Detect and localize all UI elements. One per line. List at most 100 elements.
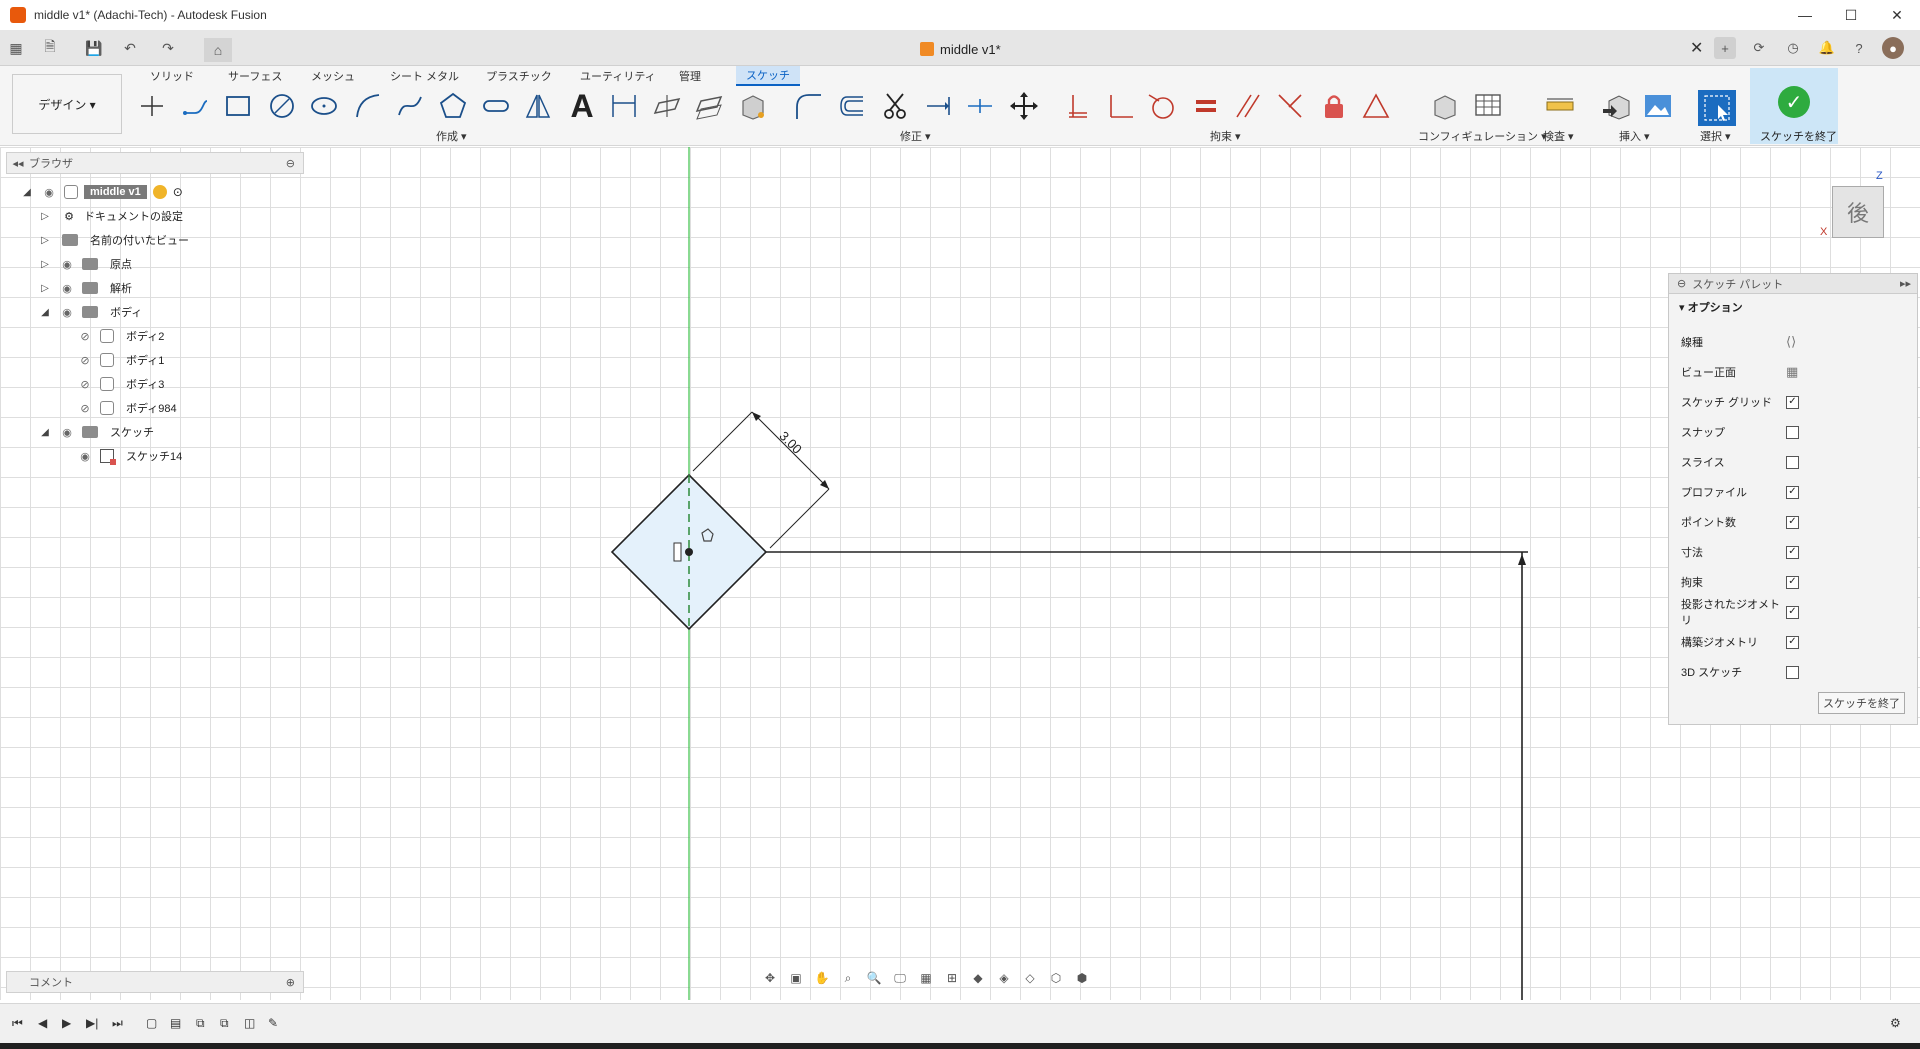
expand-triangle-icon[interactable]: ▷ (38, 235, 52, 246)
timeline-play-icon[interactable]: ▶ (62, 1016, 71, 1030)
tab-solid[interactable]: ソリッド (150, 66, 194, 86)
line-tool-icon[interactable] (180, 90, 212, 122)
tree-item-named-views[interactable]: ▷ 名前の付いたビュー (38, 230, 195, 250)
modify-group-label[interactable]: 修正 ▾ (900, 128, 931, 144)
configuration-table-icon[interactable] (1472, 90, 1504, 122)
move-copy-icon[interactable] (1008, 90, 1040, 122)
option-checkbox[interactable]: ✓ (1786, 395, 1799, 409)
option-checkbox[interactable]: ✓ (1786, 635, 1799, 649)
configuration-group-label[interactable]: コンフィギュレーション ▾ (1418, 128, 1547, 144)
create-group-label[interactable]: 作成 ▾ (436, 128, 467, 144)
option-checkbox[interactable]: ✓ (1786, 605, 1799, 619)
fillet-tool-icon[interactable] (792, 90, 824, 122)
palette-option-row[interactable]: 構築ジオメトリ ✓ (1681, 632, 1911, 652)
palette-option-row[interactable]: スナップ (1681, 422, 1911, 442)
tree-item-body2[interactable]: ⊘ ボディ2 (76, 326, 170, 346)
visibility-eye-icon[interactable]: ◉ (58, 258, 76, 271)
coincident-constraint-icon[interactable] (1062, 90, 1094, 122)
visibility-eye-icon[interactable]: ◉ (58, 282, 76, 295)
extend-tool-icon[interactable] (922, 90, 954, 122)
tree-item-doc-settings[interactable]: ▷ ⚙ ドキュメントの設定 (38, 206, 189, 226)
tree-item-bodies[interactable]: ◢ ◉ ボディ (38, 302, 148, 322)
hidden-eye-icon[interactable]: ⊘ (76, 402, 94, 415)
timeline-next-icon[interactable]: ▶| (86, 1016, 98, 1030)
text-tool-icon[interactable]: A (566, 88, 598, 124)
offset-tool-icon[interactable] (836, 90, 868, 122)
tree-item-body984[interactable]: ⊘ ボディ984 (76, 398, 183, 418)
symmetry-triangle-icon[interactable] (1360, 90, 1392, 122)
trim-scissors-icon[interactable] (880, 90, 912, 122)
tree-item-sketch14[interactable]: ◉ スケッチ14 (76, 446, 188, 466)
hidden-eye-icon[interactable]: ⊘ (76, 354, 94, 367)
hidden-eye-icon[interactable]: ⊘ (76, 330, 94, 343)
save-icon[interactable]: 💾 (84, 38, 104, 58)
perpendicular-constraint-icon[interactable] (1104, 90, 1136, 122)
help-icon[interactable]: ? (1848, 37, 1870, 59)
job-status-icon[interactable]: ◷ (1782, 37, 1804, 59)
tree-item-sketches[interactable]: ◢ ◉ スケッチ (38, 422, 160, 442)
tab-mesh[interactable]: メッシュ (311, 66, 355, 86)
timeline-feature-sketch-icon[interactable]: ✎ (268, 1016, 278, 1030)
inspect-group-label[interactable]: 検査 ▾ (1543, 128, 1574, 144)
tab-surface[interactable]: サーフェス (228, 66, 282, 86)
shaded-edges-icon[interactable]: ◈ (994, 968, 1014, 988)
look-at-view-icon[interactable]: ▦ (1786, 364, 1798, 380)
undo-icon[interactable]: ↶ (120, 38, 140, 58)
tab-sketch[interactable]: スケッチ (736, 66, 800, 86)
orbit-icon[interactable]: ✥ (760, 968, 780, 988)
palette-option-row[interactable]: 線種 ⟨⟩ (1681, 332, 1911, 352)
visible-edges-icon[interactable]: ⬢ (1072, 968, 1092, 988)
constraints-group-label[interactable]: 拘束 ▾ (1210, 128, 1241, 144)
redo-icon[interactable]: ↷ (158, 38, 178, 58)
ellipse-tool-icon[interactable] (308, 90, 340, 122)
tree-item-origin[interactable]: ▷ ◉ 原点 (38, 254, 138, 274)
comments-bar[interactable]: コメント ⊕ (6, 971, 304, 993)
palette-option-row[interactable]: 寸法 ✓ (1681, 542, 1911, 562)
project-body-icon[interactable] (736, 90, 768, 122)
sync-icon[interactable]: ⟳ (1748, 37, 1770, 59)
hidden-eye-icon[interactable]: ⊘ (76, 378, 94, 391)
collapse-triangle-icon[interactable]: ◢ (38, 307, 52, 318)
option-checkbox[interactable] (1786, 665, 1799, 679)
tab-close-icon[interactable]: ✕ (1690, 38, 1703, 58)
close-icon[interactable]: ✕ (1874, 0, 1920, 30)
spline-tool-icon[interactable] (394, 90, 426, 122)
expand-triangle-icon[interactable]: ▷ (38, 259, 52, 270)
arc-tool-icon[interactable] (352, 90, 384, 122)
palette-finish-sketch-button[interactable]: スケッチを終了 (1818, 692, 1905, 714)
palette-option-row[interactable]: 拘束 ✓ (1681, 572, 1911, 592)
expand-triangle-icon[interactable]: ▷ (38, 283, 52, 294)
palette-option-row[interactable]: スケッチ グリッド ✓ (1681, 392, 1911, 412)
tab-utilities[interactable]: ユーティリティ (580, 66, 656, 86)
timeline-prev-icon[interactable]: ◀ (38, 1016, 47, 1030)
sketch-dimension-icon[interactable] (608, 90, 640, 122)
timeline-first-icon[interactable]: ⏮ (12, 1016, 23, 1031)
insert-derive-icon[interactable] (1600, 90, 1632, 122)
midpoint-constraint-icon[interactable] (1274, 90, 1306, 122)
slot-tool-icon[interactable] (480, 90, 512, 122)
option-checkbox[interactable]: ✓ (1786, 545, 1799, 559)
hidden-edges-icon[interactable]: ◇ (1020, 968, 1040, 988)
data-panel-grid-icon[interactable]: ▦ (6, 38, 26, 58)
sketch-point-icon[interactable] (136, 90, 168, 122)
pan-hand-icon[interactable]: ✋ (812, 968, 832, 988)
option-checkbox[interactable]: ✓ (1786, 485, 1799, 499)
palette-option-row[interactable]: ビュー正面 ▦ (1681, 362, 1911, 382)
zoom-icon[interactable]: ⌕ (838, 968, 858, 988)
timeline-feature-move-icon[interactable]: ⧉ (220, 1016, 229, 1031)
finish-sketch-button[interactable]: ✓ スケッチを終了 ▾ (1750, 68, 1838, 157)
collapse-panel-icon[interactable]: ◂◂ (7, 157, 29, 170)
tab-sheet-metal[interactable]: シート メタル (390, 66, 459, 86)
mirror-tool-icon[interactable] (522, 90, 554, 122)
timeline-feature-body-icon[interactable]: ▢ (146, 1016, 157, 1030)
visibility-eye-icon[interactable]: ◉ (58, 426, 76, 439)
browser-pin-icon[interactable]: ⊖ (286, 157, 295, 170)
look-at-icon[interactable]: ▣ (786, 968, 806, 988)
tab-plastic[interactable]: プラスチック (486, 66, 552, 86)
palette-option-row[interactable]: プロファイル ✓ (1681, 482, 1911, 502)
palette-header[interactable]: ⊖ スケッチ パレット ▸▸ (1669, 274, 1917, 294)
tab-manage[interactable]: 管理 (679, 66, 701, 86)
option-checkbox[interactable]: ✓ (1786, 515, 1799, 529)
fit-zoom-icon[interactable]: 🔍 (864, 968, 884, 988)
timeline-feature-split-icon[interactable]: ◫ (244, 1016, 255, 1030)
